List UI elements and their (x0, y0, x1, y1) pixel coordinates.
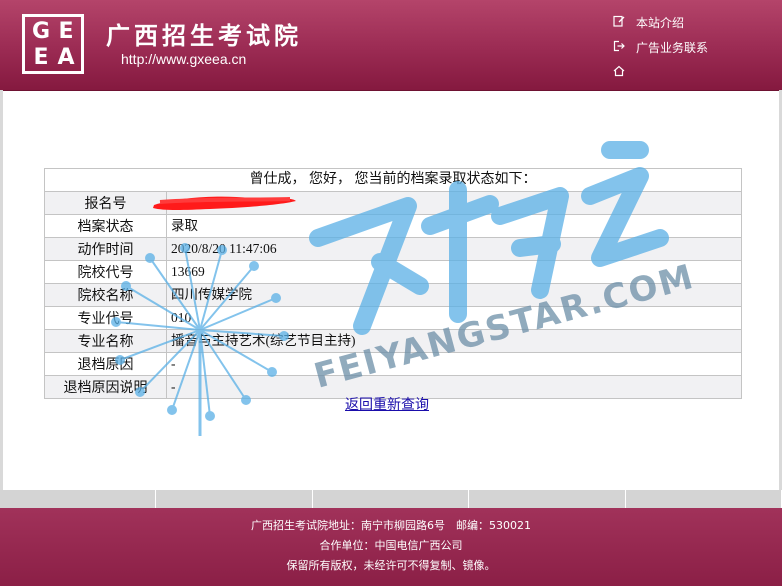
row-label: 档案状态 (45, 215, 167, 237)
left-border (0, 90, 3, 508)
ad-contact-link[interactable]: 广告业务联系 (612, 35, 708, 60)
about-link[interactable]: 本站介绍 (612, 10, 708, 35)
row-label: 动作时间 (45, 238, 167, 260)
table-row: 动作时间 2020/8/20 11:47:06 (45, 237, 741, 260)
table-row: 退档原因 - (45, 352, 741, 375)
back-to-search-link[interactable]: 返回重新查询 (345, 394, 429, 414)
document-edit-icon (612, 15, 626, 30)
row-value: 播音与主持艺术(综艺节目主持) (171, 333, 356, 348)
footer-address: 广西招生考试院地址：南宁市柳园路6号 邮编：530021 (251, 519, 531, 532)
row-value: - (171, 356, 176, 371)
row-label: 退档原因 (45, 353, 167, 375)
home-icon (612, 65, 626, 80)
logo-letter: A (57, 45, 75, 70)
footer-partner: 合作单位：中国电信广西公司 (319, 539, 463, 552)
table-row: 院校代号 13669 (45, 260, 741, 283)
greeting-text: 曾仕成， 您好， 您当前的档案录取状态如下： (249, 172, 537, 187)
logo-letter: E (58, 19, 74, 44)
about-link-label: 本站介绍 (636, 16, 685, 30)
redaction-mark (153, 196, 296, 210)
site-logo[interactable]: G E E A (22, 14, 84, 74)
site-footer: 广西招生考试院地址：南宁市柳园路6号 邮编：530021 合作单位：中国电信广西… (0, 508, 782, 586)
table-row: 专业名称 播音与主持艺术(综艺节目主持) (45, 329, 741, 352)
admission-status-table: 曾仕成， 您好， 您当前的档案录取状态如下： 报名号 档案状态 录取 动作时间 … (44, 168, 742, 399)
row-label: 退档原因说明 (45, 376, 167, 398)
logo-letter: G (31, 19, 51, 44)
row-value: 13669 (171, 264, 205, 279)
logo-letter: E (33, 45, 49, 70)
row-value: 录取 (171, 218, 198, 233)
footer-copyright: 保留所有版权，未经许可不得复制、镜像。 (286, 559, 496, 572)
table-row: 院校名称 四川传媒学院 (45, 283, 741, 306)
site-title: 广西招生考试院 (106, 21, 302, 50)
row-label: 院校代号 (45, 261, 167, 283)
top-links: 本站介绍 广告业务联系 (612, 10, 708, 85)
row-label: 专业名称 (45, 330, 167, 352)
row-label: 专业代号 (45, 307, 167, 329)
ad-contact-link-label: 广告业务联系 (636, 41, 709, 55)
home-link[interactable] (612, 60, 708, 85)
row-value: 2020/8/20 11:47:06 (171, 241, 277, 256)
row-label: 院校名称 (45, 284, 167, 306)
row-value: 四川传媒学院 (171, 287, 252, 302)
row-label: 报名号 (45, 192, 167, 214)
logout-arrow-icon (612, 40, 626, 55)
row-value: 010 (171, 310, 192, 325)
table-row: 档案状态 录取 (45, 214, 741, 237)
footer-divider (0, 490, 782, 508)
row-value: - (171, 379, 176, 394)
site-url[interactable]: http://www.gxeea.cn (121, 51, 246, 67)
table-row: 专业代号 010 (45, 306, 741, 329)
site-header: G E E A 广西招生考试院 http://www.gxeea.cn 本站介绍… (0, 0, 782, 91)
